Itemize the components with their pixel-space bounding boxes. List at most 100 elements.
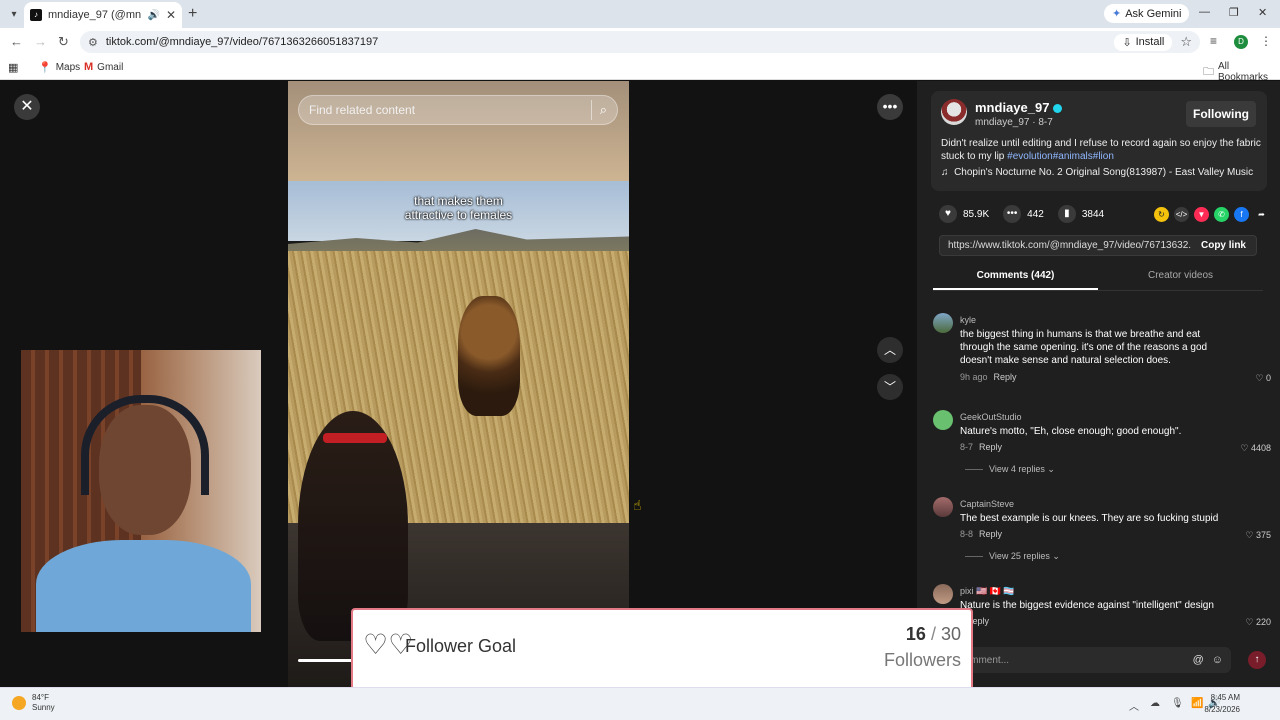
comment-input-box: @ ☺ (931, 647, 1231, 673)
bookmark-maps[interactable]: 📍 Maps (38, 61, 80, 74)
view-replies-button[interactable]: View 25 replies ⌄ (965, 551, 1060, 562)
previous-video-button[interactable]: ︿ (877, 337, 903, 363)
comment-like[interactable]: ♡ 0 (1255, 373, 1271, 384)
reply-button[interactable]: Reply (994, 372, 1017, 382)
url-text[interactable]: tiktok.com/@mndiaye_97/video/76713632660… (106, 36, 1107, 48)
comment-text: Nature's motto, "Eh, close enough; good … (960, 426, 1182, 437)
apps-grid-icon[interactable]: ▦ (8, 61, 18, 74)
video-description: Didn't realize until editing and I refus… (941, 138, 1261, 162)
author-card: mndiaye_97 mndiaye_97 · 8-7 Following Di… (931, 91, 1267, 191)
repost-icon[interactable]: ↻ (1154, 206, 1169, 222)
address-bar[interactable]: ⚙ tiktok.com/@mndiaye_97/video/767136326… (80, 31, 1200, 53)
all-bookmarks[interactable]: 🗀 All Bookmarks (1203, 61, 1280, 83)
share-arrow-icon[interactable]: ➦ (1254, 207, 1269, 222)
post-comment-button[interactable]: ↑ (1248, 651, 1266, 669)
new-tab-icon[interactable]: + (188, 5, 197, 23)
commenter-name[interactable]: pixi 🇺🇸 🇨🇦 🏳️‍⚧️ (960, 586, 1015, 597)
bookmark-star-icon[interactable]: ☆ (1180, 34, 1192, 50)
headset-icon (81, 395, 209, 495)
author-avatar[interactable] (941, 99, 967, 125)
comment-like[interactable]: ♡ 220 (1245, 617, 1271, 628)
profile-avatar[interactable]: D (1234, 35, 1248, 49)
search-icon[interactable]: ⌕ (600, 102, 607, 118)
save-stat[interactable]: ▮ 3844 (1057, 205, 1104, 223)
commenter-name[interactable]: CaptainSteve (960, 499, 1014, 509)
reload-icon[interactable]: ↻ (58, 34, 69, 50)
commenter-avatar[interactable] (933, 497, 953, 517)
tab-comments[interactable]: Comments (442) (933, 267, 1098, 290)
video-player[interactable]: that makes them attractive to females ⌕ (288, 81, 629, 687)
commenter-avatar[interactable] (933, 313, 953, 333)
following-button[interactable]: Following (1186, 101, 1256, 127)
install-app-button[interactable]: ⇩ Install (1114, 33, 1173, 51)
facebook-icon[interactable]: f (1234, 206, 1249, 222)
window-close-icon[interactable]: ✕ (1258, 6, 1267, 19)
weather-widget[interactable]: 84°F Sunny (12, 693, 55, 713)
reply-button[interactable]: Reply (979, 442, 1002, 452)
verified-badge-icon (1053, 104, 1063, 114)
commenter-avatar[interactable] (933, 584, 953, 604)
emoji-icon[interactable]: ☺ (1212, 654, 1223, 666)
browser-tab[interactable]: ♪ mndiaye_97 (@mndiaye_97 🔊 ✕ (24, 2, 182, 28)
commenter-avatar[interactable] (933, 410, 953, 430)
author-username[interactable]: mndiaye_97 (975, 100, 1063, 115)
share-buttons: ↻ </> ▼ ✆ f ➦ (1154, 206, 1269, 222)
comment-input[interactable] (939, 654, 1185, 666)
heart-outline-icon: ♡ (1240, 443, 1249, 453)
folder-icon: 🗀 (1203, 65, 1214, 78)
hashtag-links[interactable]: #evolution#animals#lion (1007, 151, 1114, 162)
copy-link-button[interactable]: Copy link (1191, 240, 1256, 251)
embed-icon[interactable]: </> (1174, 206, 1189, 222)
music-info[interactable]: ♫ Chopin's Nocturne No. 2 Original Song(… (941, 167, 1253, 178)
back-icon[interactable]: ← (10, 34, 23, 49)
goal-unit: Followers (883, 650, 961, 670)
heart-outline-icon: ♡ (1245, 530, 1254, 540)
webcam-shirt (36, 540, 251, 632)
bookmark-gmail[interactable]: M Gmail (84, 61, 123, 73)
reply-button[interactable]: Reply (979, 529, 1002, 539)
caption-line-1: that makes them (414, 194, 503, 208)
speaker-icon[interactable]: 🔊 (147, 10, 159, 21)
tab-title: mndiaye_97 (@mndiaye_97 (48, 9, 142, 21)
ask-gemini-button[interactable]: ✦ Ask Gemini (1104, 4, 1190, 23)
microphone-icon[interactable]: 🎙 (1171, 698, 1184, 709)
mention-icon[interactable]: @ (1193, 654, 1204, 666)
clock-time: 8:45 AM (1210, 693, 1240, 702)
whatsapp-icon[interactable]: ✆ (1214, 206, 1229, 222)
tab-search-dropdown-icon[interactable]: ▾ (6, 6, 22, 22)
browser-toolbar: ← → ↻ ⚙ tiktok.com/@mndiaye_97/video/767… (0, 28, 1280, 56)
send-icon[interactable]: ▼ (1194, 206, 1209, 222)
comment-like[interactable]: ♡ 4408 (1240, 443, 1271, 454)
related-search-box[interactable]: ⌕ (298, 95, 618, 125)
creator-image (298, 411, 408, 641)
tray-overflow-icon[interactable]: ︿ (1129, 698, 1139, 713)
tab-creator-videos[interactable]: Creator videos (1098, 267, 1263, 290)
close-video-button[interactable]: ✕ (14, 94, 40, 120)
like-stat[interactable]: ♥ 85.9K (939, 205, 989, 223)
restore-icon[interactable]: ❐ (1229, 6, 1239, 19)
commenter-name[interactable]: GeekOutStudio (960, 412, 1022, 422)
commenter-name[interactable]: kyle (960, 315, 976, 325)
system-clock[interactable]: 8:45 AM 8/23/2026 (1198, 692, 1240, 716)
comment-text: the biggest thing in humans is that we b… (960, 329, 1208, 366)
more-options-button[interactable]: ••• (877, 94, 903, 120)
video-caption: that makes them attractive to females (288, 194, 629, 222)
view-replies-button[interactable]: View 4 replies ⌄ (965, 464, 1055, 475)
comment-stat[interactable]: ••• 442 (1003, 205, 1044, 223)
minimize-icon[interactable]: — (1199, 6, 1210, 18)
video-progress[interactable] (298, 659, 358, 662)
menu-dots-icon[interactable]: ⋮ (1260, 34, 1272, 48)
tab-close-icon[interactable]: ✕ (166, 8, 176, 22)
comment-like[interactable]: ♡ 375 (1245, 530, 1271, 541)
next-video-button[interactable]: ﹀ (877, 374, 903, 400)
share-link-text[interactable]: https://www.tiktok.com/@mndiaye_97/video… (948, 240, 1191, 251)
comment-meta: 8-8 Reply (960, 529, 1003, 539)
site-info-icon[interactable]: ⚙ (88, 36, 98, 49)
reading-list-icon[interactable]: ≡ (1210, 34, 1217, 48)
cloud-icon[interactable]: ☁ (1150, 698, 1160, 709)
related-search-input[interactable] (309, 103, 583, 117)
goal-title: Follower Goal (405, 636, 517, 656)
gmail-icon: M (84, 61, 94, 73)
forward-icon[interactable]: → (34, 34, 47, 49)
clock-date: 8/23/2026 (1204, 705, 1240, 714)
